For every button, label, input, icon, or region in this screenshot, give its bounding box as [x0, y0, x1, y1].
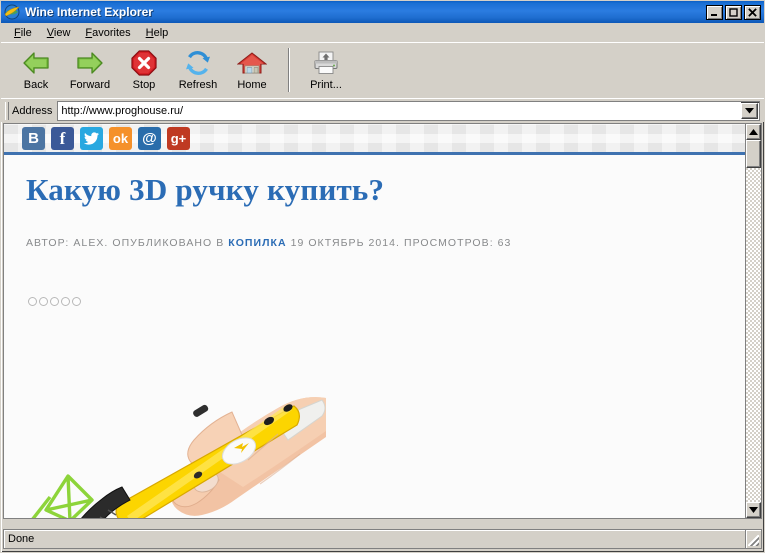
print-label: Print... [310, 79, 342, 91]
forward-label: Forward [69, 79, 111, 91]
scroll-up-button[interactable] [746, 124, 761, 140]
window-title: Wine Internet Explorer [25, 5, 153, 19]
minimize-button[interactable] [706, 4, 723, 20]
address-input[interactable] [58, 101, 741, 120]
main-toolbar: Back Forward Stop Refresh Home Print... [1, 42, 764, 98]
rating-star-1[interactable] [28, 297, 37, 307]
googleplus-icon: g+ [170, 130, 187, 146]
back-button[interactable]: Back [9, 46, 63, 96]
mailru-at-icon: @ [142, 129, 157, 147]
vkontakte-icon: В [28, 129, 39, 147]
home-label: Home [237, 79, 267, 91]
menu-bar: File View Favorites Help [1, 23, 764, 42]
browser-viewport: В f ok @ g+ Какую 3D ручку купить? АВТОР… [3, 123, 762, 519]
stop-button[interactable]: Stop [117, 46, 171, 96]
stop-label: Stop [132, 79, 156, 91]
social-share-bar: В f ok @ g+ [4, 124, 745, 155]
post-meta: АВТОР: ALEX. ОПУБЛИКОВАНО В КОПИЛКА 19 О… [26, 237, 725, 249]
twitter-bird-icon [84, 131, 99, 145]
stop-icon [131, 48, 157, 78]
title-bar[interactable]: Wine Internet Explorer [1, 1, 764, 23]
close-button[interactable] [744, 4, 761, 20]
menu-view[interactable]: View [40, 25, 79, 41]
social-odnoklassniki-button[interactable]: ok [109, 126, 132, 150]
page-title: Какую 3D ручку купить? [26, 172, 385, 207]
refresh-icon [184, 48, 212, 78]
web-page: В f ok @ g+ Какую 3D ручку купить? АВТОР… [4, 124, 745, 518]
chevron-down-icon [745, 107, 754, 113]
status-text: Done [3, 529, 746, 549]
social-vkontakte-button[interactable]: В [22, 126, 45, 150]
post-image [26, 314, 328, 518]
home-button[interactable]: Home [225, 46, 279, 96]
social-facebook-button[interactable]: f [51, 126, 74, 150]
address-label: Address [12, 104, 53, 117]
refresh-label: Refresh [178, 79, 218, 91]
rating-star-4[interactable] [61, 297, 70, 307]
star-rating[interactable] [28, 297, 725, 307]
rating-star-3[interactable] [50, 297, 59, 307]
back-label: Back [23, 79, 49, 91]
facebook-icon: f [59, 128, 66, 148]
wine-ie-globe-icon [4, 4, 20, 20]
refresh-button[interactable]: Refresh [171, 46, 225, 96]
menu-favorites[interactable]: Favorites [78, 25, 138, 41]
home-icon [237, 48, 267, 78]
toolbar-grip[interactable] [5, 101, 9, 120]
post-category-link[interactable]: КОПИЛКА [228, 237, 286, 249]
social-googleplus-button[interactable]: g+ [167, 126, 190, 150]
toolbar-separator [288, 48, 290, 92]
article: Какую 3D ручку купить? АВТОР: ALEX. ОПУБ… [4, 155, 745, 518]
vertical-scrollbar[interactable] [745, 124, 761, 518]
forward-button[interactable]: Forward [63, 46, 117, 96]
printer-icon [311, 48, 341, 78]
scrollbar-track[interactable] [746, 140, 761, 502]
address-field-wrapper [57, 100, 760, 121]
address-dropdown-button[interactable] [741, 102, 758, 119]
menu-help[interactable]: Help [139, 25, 177, 41]
status-bar: Done [3, 529, 762, 549]
social-twitter-button[interactable] [80, 126, 103, 150]
scroll-down-button[interactable] [746, 502, 761, 518]
address-bar: Address [1, 98, 764, 122]
yellow-3d-pen-in-hand-photo [26, 314, 328, 518]
rating-star-2[interactable] [39, 297, 48, 307]
maximize-button[interactable] [725, 4, 742, 20]
post-author-text: АВТОР: ALEX. ОПУБЛИКОВАНО В [26, 237, 229, 250]
forward-arrow-icon [75, 48, 105, 78]
odnoklassniki-icon: ok [112, 130, 129, 146]
browser-window: Wine Internet Explorer File View Favorit… [0, 0, 765, 553]
print-button[interactable]: Print... [299, 46, 353, 96]
scrollbar-thumb[interactable] [746, 140, 761, 168]
menu-file[interactable]: File [7, 25, 40, 41]
post-date-views-text: 19 ОКТЯБРЬ 2014. ПРОСМОТРОВ: 63 [286, 237, 512, 250]
rating-star-5[interactable] [72, 297, 81, 307]
resize-grip[interactable] [746, 529, 762, 549]
social-mailru-button[interactable]: @ [138, 126, 161, 150]
back-arrow-icon [21, 48, 51, 78]
window-controls [706, 4, 761, 20]
